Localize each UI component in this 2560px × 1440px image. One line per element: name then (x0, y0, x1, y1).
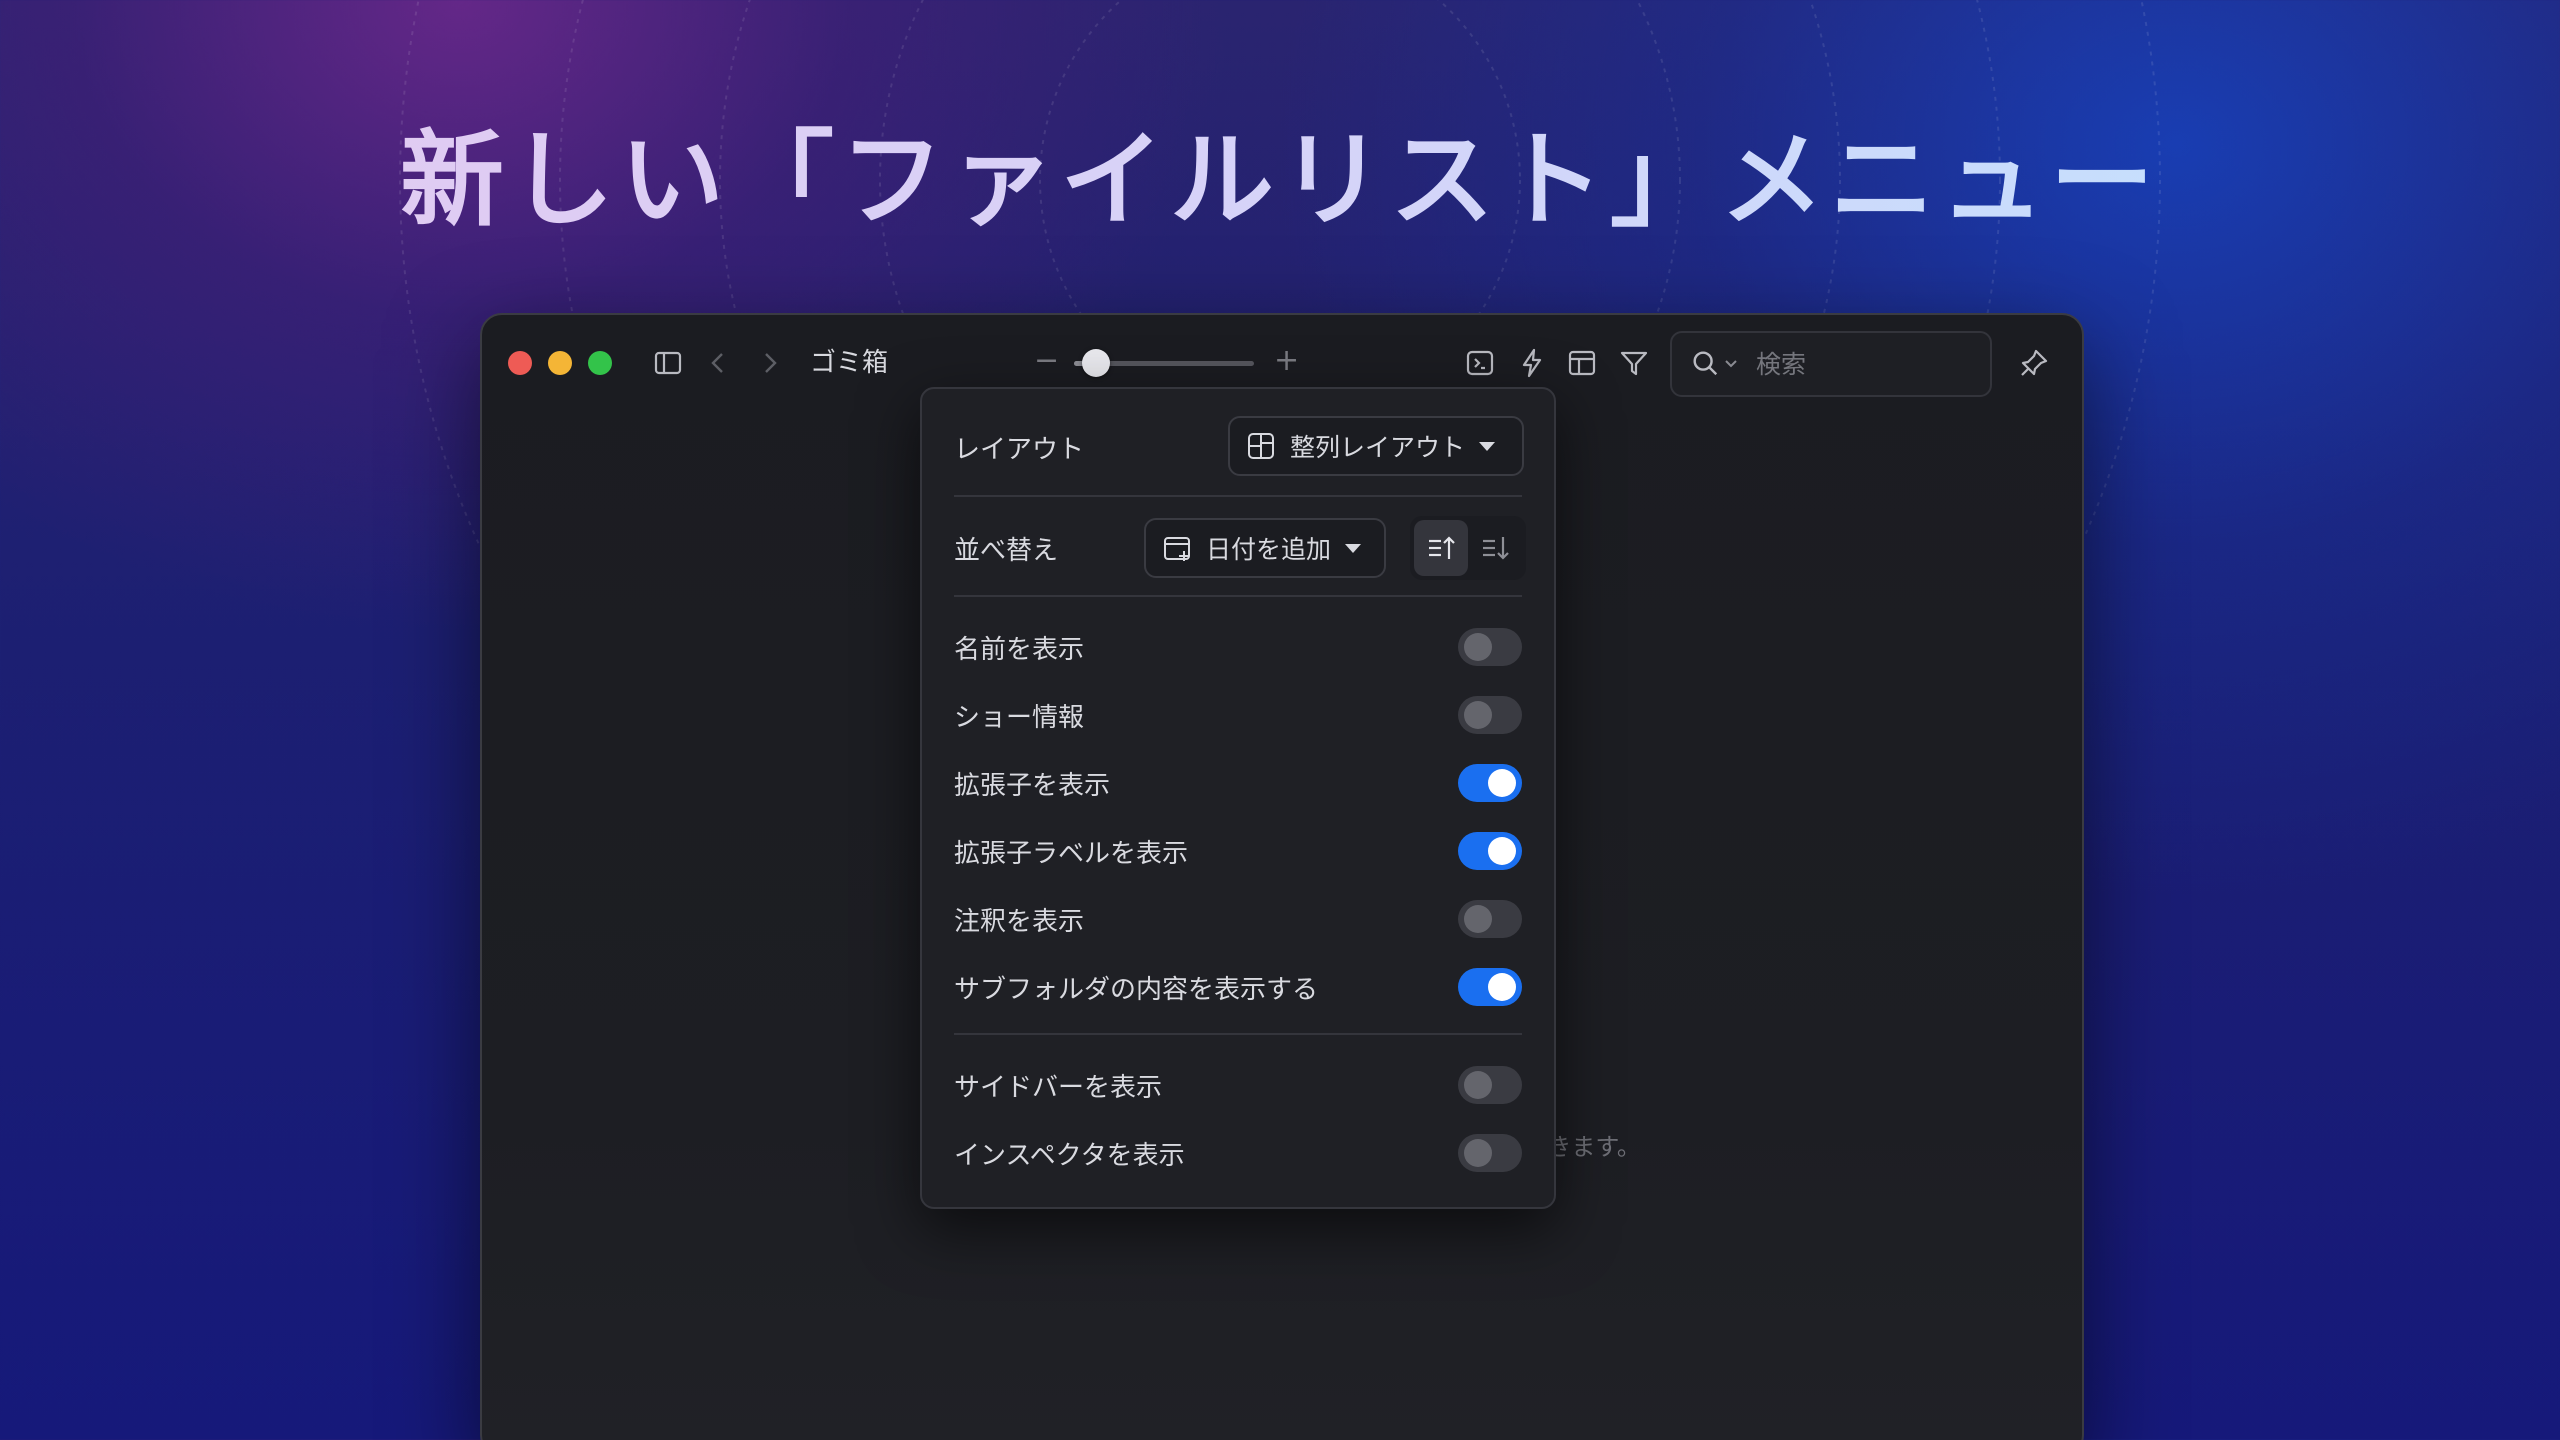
sort-ascending-button[interactable] (1414, 520, 1468, 576)
toggle-row-show-sidebar: サイドバーを表示 (954, 1053, 1522, 1117)
sort-descending-button[interactable] (1468, 520, 1522, 576)
toggle-show-subfolder-contents[interactable] (1458, 968, 1522, 1006)
headline: 新しい「ファイルリスト」メニュー (0, 115, 2560, 245)
grid-layout-icon (1248, 433, 1274, 459)
quick-action-button[interactable] (1512, 343, 1552, 383)
sidebar-icon (654, 351, 682, 375)
toggle-row-show-name: 名前を表示 (954, 615, 1522, 679)
toggle-show-annotation[interactable] (1458, 900, 1522, 938)
layout-dropdown[interactable]: 整列レイアウト (1228, 416, 1524, 476)
view-layout-button[interactable] (1562, 343, 1602, 383)
sort-ascending-icon (1429, 536, 1455, 559)
toggle-row-show-extension-label: 拡張子ラベルを表示 (954, 819, 1522, 883)
terminal-button[interactable] (1460, 343, 1500, 383)
toggle-label: 名前を表示 (954, 634, 1085, 665)
toggle-knob (1464, 633, 1492, 661)
toggle-row-show-extension: 拡張子を表示 (954, 751, 1522, 815)
pin-icon (2021, 349, 2048, 376)
toggle-show-extension[interactable] (1458, 764, 1522, 802)
toggle-label: 拡張子を表示 (954, 770, 1111, 801)
chevron-down-icon[interactable] (1724, 357, 1738, 371)
toggle-row-show-info: ショー情報 (954, 683, 1522, 747)
divider (954, 595, 1522, 597)
toggle-row-show-annotation: 注釈を表示 (954, 887, 1522, 951)
chevron-left-icon (711, 353, 723, 373)
toggle-row-show-inspector: インスペクタを表示 (954, 1121, 1522, 1185)
sort-dropdown[interactable]: 日付を追加 (1144, 518, 1386, 578)
zoom-in-button[interactable]: + (1274, 341, 1299, 381)
zoom-button[interactable] (588, 351, 612, 375)
sort-dropdown-value: 日付を追加 (1206, 535, 1332, 564)
sidebar-toggle-button[interactable] (648, 343, 688, 383)
toggle-knob (1488, 769, 1516, 797)
toggle-knob (1464, 905, 1492, 933)
toggle-label: 拡張子ラベルを表示 (954, 838, 1189, 869)
search-field[interactable] (1670, 331, 1992, 397)
caret-down-icon (1345, 543, 1362, 553)
toggle-show-extension-label[interactable] (1458, 832, 1522, 870)
layout-icon (1568, 350, 1596, 376)
search-input[interactable] (1754, 343, 1978, 385)
toggle-label: サブフォルダの内容を表示する (954, 974, 1319, 1005)
calendar-add-icon (1164, 537, 1190, 561)
toggle-knob (1464, 1139, 1492, 1167)
divider (954, 495, 1522, 497)
toggle-label: サイドバーを表示 (954, 1072, 1163, 1103)
divider (954, 1033, 1522, 1035)
toggle-row-show-subfolder-contents: サブフォルダの内容を表示する (954, 955, 1522, 1019)
layout-label: レイアウト (954, 434, 1085, 465)
toggle-knob (1464, 1071, 1492, 1099)
sort-label: 並べ替え (954, 535, 1059, 566)
filter-icon (1620, 351, 1648, 376)
zoom-out-button[interactable]: − (1034, 341, 1059, 381)
toggle-label: インスペクタを表示 (954, 1140, 1185, 1171)
toggle-knob (1464, 701, 1492, 729)
sort-descending-icon (1483, 537, 1509, 560)
forward-button[interactable] (750, 343, 790, 383)
filter-button[interactable] (1614, 343, 1654, 383)
terminal-icon (1466, 350, 1494, 376)
toggle-knob (1488, 837, 1516, 865)
back-button[interactable] (698, 343, 738, 383)
sort-order-group (1410, 516, 1526, 580)
zoom-slider-knob[interactable] (1081, 349, 1110, 377)
file-list-menu: レイアウト 整列レイアウト 並べ替え 日付を追加 名前を表示 ショー情報 拡張子… (920, 387, 1556, 1209)
lightning-icon (1522, 348, 1542, 378)
toggle-label: ショー情報 (954, 702, 1085, 733)
minimize-button[interactable] (548, 351, 572, 375)
chevron-right-icon (765, 353, 777, 373)
close-button[interactable] (508, 351, 532, 375)
toggle-knob (1488, 973, 1516, 1001)
toggle-show-name[interactable] (1458, 628, 1522, 666)
search-icon (1693, 351, 1718, 376)
toggle-show-inspector[interactable] (1458, 1134, 1522, 1172)
pin-button[interactable] (2014, 343, 2054, 383)
toggle-show-info[interactable] (1458, 696, 1522, 734)
layout-dropdown-value: 整列レイアウト (1290, 433, 1466, 462)
window-title: ゴミ箱 (810, 348, 889, 378)
toggle-show-sidebar[interactable] (1458, 1066, 1522, 1104)
toggle-label: 注釈を表示 (954, 906, 1085, 937)
caret-down-icon (1479, 441, 1496, 451)
